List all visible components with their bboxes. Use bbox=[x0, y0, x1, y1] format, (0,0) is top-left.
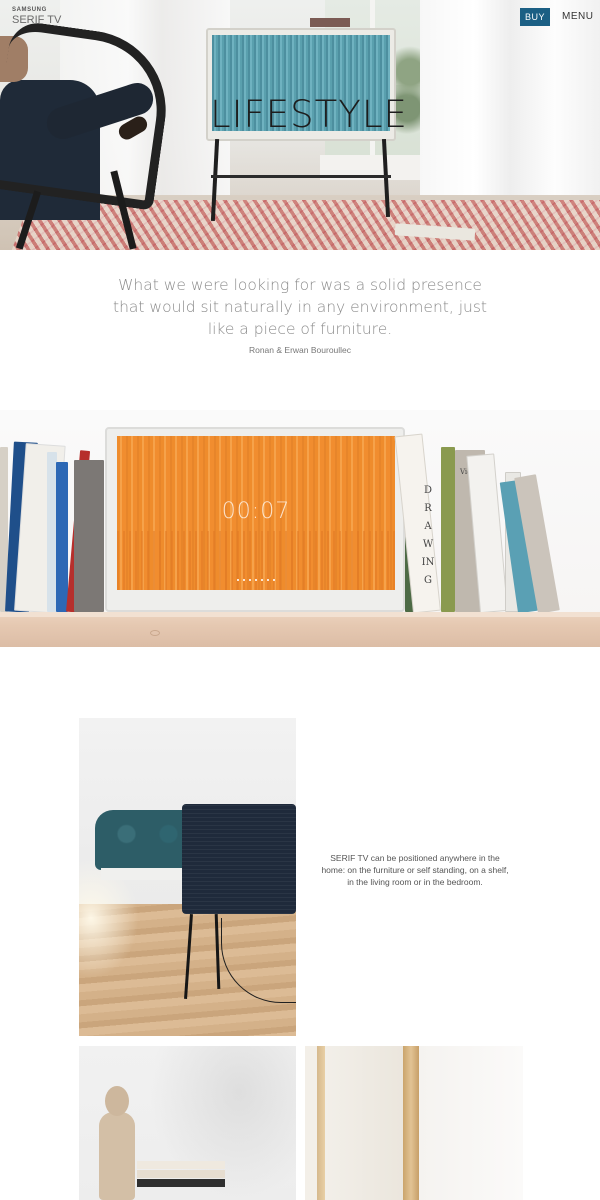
product-name: SERIF TV bbox=[12, 14, 62, 26]
wooden-doll-body bbox=[99, 1112, 135, 1200]
wall bbox=[419, 1046, 523, 1200]
tv-top-box bbox=[310, 18, 350, 27]
book bbox=[74, 460, 104, 612]
photo-mirror-frame bbox=[305, 1046, 523, 1200]
hero-banner: LIFESTYLE bbox=[0, 0, 600, 250]
stacked-books bbox=[137, 1161, 225, 1169]
book bbox=[56, 462, 68, 612]
samsung-wordmark: SAMSUNG bbox=[12, 7, 47, 13]
shelf-scene: 00:07 DRAWING Video bbox=[0, 410, 600, 647]
book bbox=[441, 447, 455, 612]
curtain-right bbox=[420, 0, 600, 200]
hero-title: LIFESTYLE bbox=[210, 93, 408, 136]
buy-button[interactable]: BUY bbox=[520, 8, 550, 26]
designer-quote: What we were looking for was a solid pre… bbox=[113, 276, 487, 338]
quote-author: Ronan & Erwan Bouroullec bbox=[248, 345, 352, 355]
tv-progress-dots bbox=[237, 579, 277, 581]
tv-stand-bar bbox=[211, 175, 391, 178]
tv-back-panel bbox=[182, 804, 296, 914]
wood-knot bbox=[150, 630, 160, 636]
photo-serif-tv-living-room bbox=[79, 718, 296, 1036]
menu-button[interactable]: MENU bbox=[562, 8, 593, 26]
wooden-doll-head bbox=[105, 1086, 129, 1116]
mirror-frame-left bbox=[317, 1046, 325, 1200]
plant-shadow bbox=[149, 1046, 296, 1200]
photo-wooden-figure bbox=[79, 1046, 296, 1200]
wooden-shelf bbox=[0, 612, 600, 647]
brand-logo[interactable]: SAMSUNG SERIF TV bbox=[12, 7, 61, 26]
book-spine-drawing: DRAWING bbox=[421, 485, 435, 586]
mirror-glass bbox=[325, 1046, 403, 1200]
placement-description: SERIF TV can be positioned anywhere in t… bbox=[321, 853, 509, 887]
shelf-serif-tv: 00:07 bbox=[105, 427, 405, 612]
tv-clock: 00:07 bbox=[221, 499, 291, 524]
mirror-frame-right bbox=[403, 1046, 419, 1200]
